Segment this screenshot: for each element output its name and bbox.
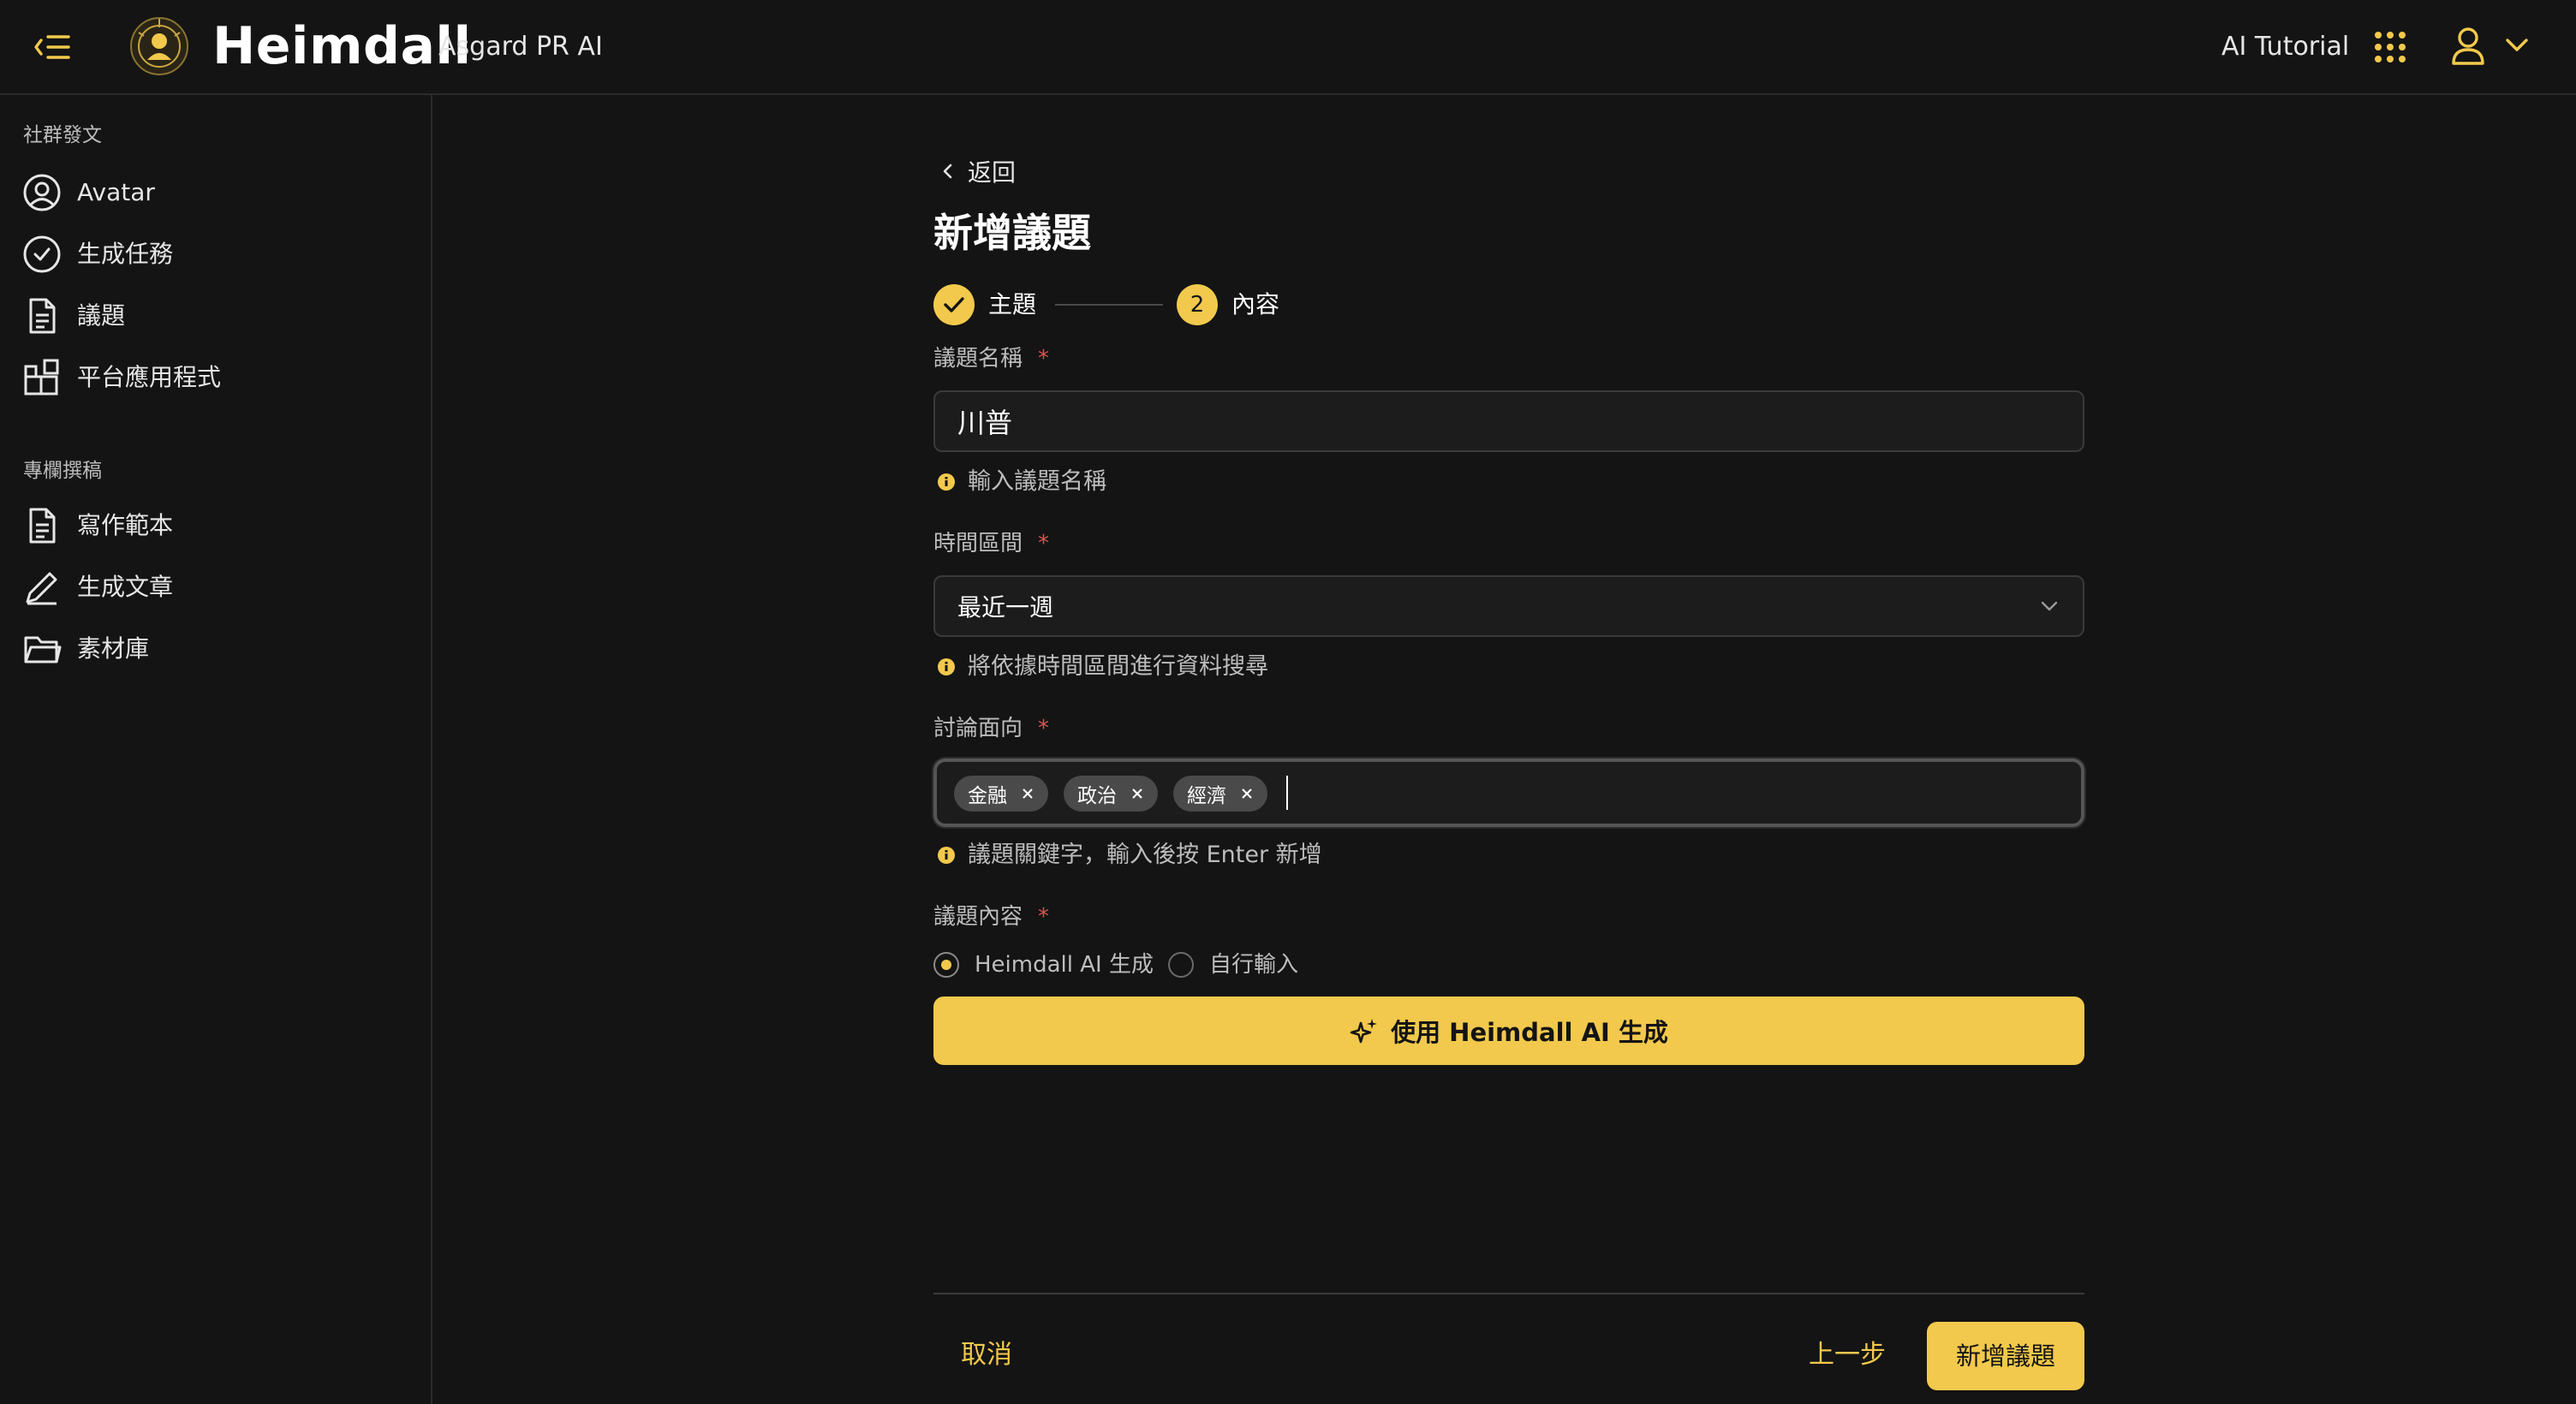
sidebar-item-label: 素材庫 bbox=[77, 634, 150, 663]
topic-name-input[interactable]: 川普 bbox=[933, 390, 2084, 452]
field-label-text: 時間區間 bbox=[933, 531, 1023, 556]
required-mark: * bbox=[1038, 346, 1050, 372]
add-topic-button[interactable]: 新增議題 bbox=[1927, 1322, 2084, 1390]
help-text: 議題關鍵字，輸入後按 Enter 新增 bbox=[968, 842, 1322, 868]
user-circle-icon bbox=[22, 173, 62, 212]
back-label: 返回 bbox=[968, 158, 1017, 187]
sidebar-item-avatar[interactable]: Avatar bbox=[22, 169, 416, 217]
required-mark: * bbox=[1038, 531, 1050, 556]
chevron-down-icon bbox=[2040, 599, 2059, 613]
aspect-label: 討論面向 * bbox=[933, 714, 1049, 743]
previous-step-button[interactable]: 上一步 bbox=[1809, 1339, 1886, 1371]
sidebar-item-materials[interactable]: 素材庫 bbox=[22, 625, 416, 673]
topic-name-label: 議題名稱 * bbox=[933, 344, 1049, 373]
required-mark: * bbox=[1038, 716, 1050, 741]
aspect-tag-input[interactable]: 金融 政治 經濟 bbox=[933, 759, 2084, 827]
sidebar-item-label: 平台應用程式 bbox=[77, 363, 222, 391]
step-2-number: 2 bbox=[1177, 284, 1218, 325]
radio-manual-input[interactable] bbox=[1168, 952, 1194, 978]
field-label-text: 討論面向 bbox=[933, 716, 1023, 741]
sidebar-item-label: 議題 bbox=[77, 301, 126, 330]
ai-generate-button[interactable]: 使用 Heimdall AI 生成 bbox=[933, 996, 2084, 1065]
step-1-label: 主題 bbox=[988, 290, 1037, 318]
sidebar-item-label: 寫作範本 bbox=[77, 511, 174, 539]
field-label-text: 議題內容 bbox=[933, 904, 1023, 930]
sidebar-section-column: 專欄撰稿 bbox=[23, 460, 102, 482]
info-icon bbox=[937, 846, 956, 865]
ai-generate-label: 使用 Heimdall AI 生成 bbox=[1391, 1018, 1668, 1047]
sidebar-item-label: 生成文章 bbox=[77, 573, 174, 601]
info-icon bbox=[937, 657, 956, 676]
footer-divider bbox=[933, 1293, 2084, 1294]
cancel-button[interactable]: 取消 bbox=[961, 1339, 1012, 1371]
apps-grid-icon[interactable] bbox=[2374, 31, 2406, 63]
topic-name-help: 輸入議題名稱 bbox=[937, 467, 1106, 497]
tag-label: 金融 bbox=[968, 785, 1007, 807]
topic-name-value: 川普 bbox=[957, 407, 1013, 439]
time-range-label: 時間區間 * bbox=[933, 529, 1049, 558]
time-range-select[interactable]: 最近一週 bbox=[933, 575, 2084, 637]
tag-label: 經濟 bbox=[1187, 785, 1226, 807]
required-mark: * bbox=[1038, 904, 1050, 930]
check-circle-icon bbox=[22, 235, 62, 274]
radio-manual-input-label[interactable]: 自行輸入 bbox=[1209, 950, 1298, 979]
tag-chip: 政治 bbox=[1064, 776, 1158, 812]
chevron-down-icon[interactable] bbox=[2504, 36, 2530, 55]
chevron-left-icon bbox=[939, 162, 957, 181]
radio-ai-generate[interactable] bbox=[933, 952, 959, 978]
field-label-text: 議題名稱 bbox=[933, 346, 1023, 372]
apps-icon bbox=[22, 358, 62, 397]
sidebar-item-label: Avatar bbox=[77, 178, 155, 206]
aspect-help: 議題關鍵字，輸入後按 Enter 新增 bbox=[937, 841, 1322, 870]
pen-icon bbox=[22, 568, 62, 607]
sidebar-item-platform-apps[interactable]: 平台應用程式 bbox=[22, 354, 416, 402]
sidebar: 社群發文 Avatar 生成任務 議題 平台應用程式 專欄撰稿 寫作範本 生成文… bbox=[0, 95, 432, 1404]
document-icon bbox=[22, 296, 62, 336]
tag-chip: 經濟 bbox=[1173, 776, 1267, 812]
brand-name: Heimdall bbox=[212, 16, 472, 76]
step-connector bbox=[1055, 304, 1163, 306]
sidebar-item-templates[interactable]: 寫作範本 bbox=[22, 502, 416, 550]
help-text: 輸入議題名稱 bbox=[968, 468, 1106, 495]
sidebar-item-label: 生成任務 bbox=[77, 240, 174, 268]
help-text: 將依據時間區間進行資料搜尋 bbox=[968, 653, 1268, 680]
page-title: 新增議題 bbox=[933, 210, 1091, 256]
collapse-menu-icon[interactable] bbox=[33, 29, 74, 65]
heimdall-logo bbox=[128, 15, 190, 77]
content-label: 議題內容 * bbox=[933, 902, 1049, 931]
text-caret bbox=[1286, 776, 1288, 810]
brand-subtitle: Asgard PR AI bbox=[438, 32, 603, 62]
close-icon[interactable] bbox=[1021, 787, 1035, 800]
ai-tutorial-link[interactable]: AI Tutorial bbox=[2221, 31, 2349, 63]
user-icon[interactable] bbox=[2451, 26, 2485, 67]
sparkle-icon bbox=[1350, 1016, 1379, 1045]
close-icon[interactable] bbox=[1130, 787, 1144, 800]
document-icon bbox=[22, 506, 62, 545]
time-range-value: 最近一週 bbox=[957, 593, 1054, 622]
step-done-check-icon bbox=[933, 284, 975, 325]
sidebar-item-tasks[interactable]: 生成任務 bbox=[22, 230, 416, 278]
radio-ai-generate-label[interactable]: Heimdall AI 生成 bbox=[975, 950, 1154, 979]
back-link[interactable]: 返回 bbox=[939, 154, 1016, 188]
top-header: Heimdall Asgard PR AI AI Tutorial bbox=[0, 0, 2576, 95]
folder-icon bbox=[22, 629, 62, 669]
info-icon bbox=[937, 473, 956, 491]
tag-label: 政治 bbox=[1077, 785, 1117, 807]
sidebar-item-topics[interactable]: 議題 bbox=[22, 292, 416, 340]
tag-chip: 金融 bbox=[954, 776, 1048, 812]
step-2-label: 內容 bbox=[1231, 290, 1280, 318]
time-range-help: 將依據時間區間進行資料搜尋 bbox=[937, 652, 1268, 681]
close-icon[interactable] bbox=[1240, 787, 1254, 800]
radio-dot bbox=[941, 960, 951, 970]
sidebar-item-generate-article[interactable]: 生成文章 bbox=[22, 563, 416, 611]
sidebar-section-social: 社群發文 bbox=[23, 124, 102, 146]
